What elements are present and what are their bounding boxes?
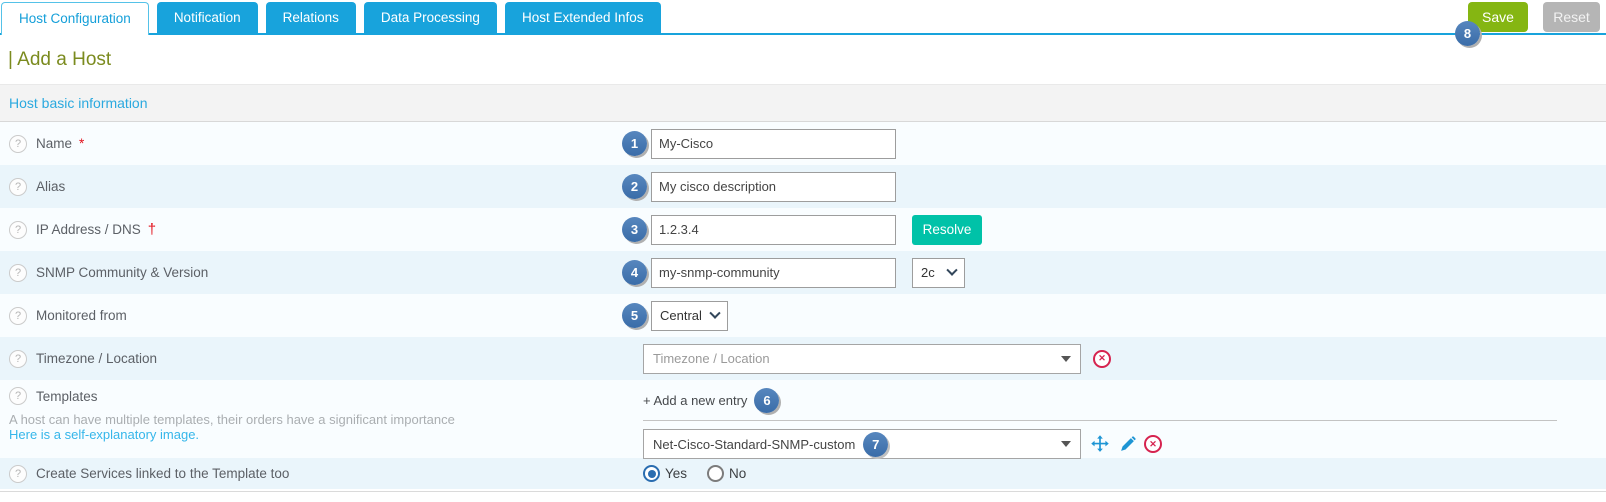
move-template-icon[interactable] bbox=[1090, 434, 1110, 454]
template-value: Net-Cisco-Standard-SNMP-custom bbox=[653, 437, 855, 452]
ip-address-label: IP Address / DNS bbox=[36, 222, 141, 237]
chevron-down-icon bbox=[709, 307, 720, 318]
alias-input[interactable] bbox=[651, 172, 896, 202]
snmp-community-input[interactable] bbox=[651, 258, 896, 288]
snmp-label: SNMP Community & Version bbox=[36, 265, 208, 280]
dropdown-arrow-icon bbox=[1061, 441, 1071, 447]
required-mark: † bbox=[148, 221, 156, 238]
templates-note: A host can have multiple templates, thei… bbox=[9, 412, 455, 427]
no-label: No bbox=[729, 466, 746, 481]
toolbar-actions: Save Reset bbox=[1468, 2, 1600, 32]
move-icon bbox=[1090, 434, 1110, 454]
callout-badge-5: 5 bbox=[622, 303, 647, 328]
create-services-no-option[interactable]: No bbox=[707, 465, 746, 482]
reset-button[interactable]: Reset bbox=[1543, 2, 1600, 32]
monitored-from-select[interactable]: Central bbox=[651, 301, 728, 331]
monitored-from-label: Monitored from bbox=[36, 308, 127, 323]
resolve-button[interactable]: Resolve bbox=[912, 215, 982, 245]
help-icon[interactable]: ? bbox=[9, 178, 27, 196]
edit-template-icon[interactable] bbox=[1119, 436, 1136, 453]
tab-notification[interactable]: Notification bbox=[157, 2, 258, 33]
pencil-icon bbox=[1119, 436, 1136, 453]
help-icon[interactable]: ? bbox=[9, 221, 27, 239]
tab-bar: Host Configuration Notification Relation… bbox=[0, 0, 1606, 35]
radio-yes[interactable] bbox=[643, 465, 660, 482]
timezone-placeholder: Timezone / Location bbox=[653, 351, 770, 366]
snmp-version-select[interactable]: 2c bbox=[912, 258, 965, 288]
name-label: Name bbox=[36, 136, 72, 151]
monitored-from-value: Central bbox=[660, 308, 702, 323]
template-list-separator bbox=[643, 420, 1557, 421]
snmp-version-value: 2c bbox=[921, 265, 935, 280]
tab-data-processing[interactable]: Data Processing bbox=[364, 2, 497, 33]
ip-address-input[interactable] bbox=[651, 215, 896, 245]
callout-badge-4: 4 bbox=[622, 260, 647, 285]
remove-template-icon[interactable]: ✕ bbox=[1144, 435, 1162, 453]
callout-badge-1: 1 bbox=[622, 131, 647, 156]
help-icon[interactable]: ? bbox=[9, 465, 27, 483]
callout-badge-7: 7 bbox=[863, 432, 888, 457]
add-template-entry[interactable]: + Add a new entry 6 bbox=[643, 387, 779, 413]
timezone-label: Timezone / Location bbox=[36, 351, 157, 366]
row-snmp: ? SNMP Community & Version 4 2c bbox=[0, 251, 1606, 294]
add-host-page: Host Configuration Notification Relation… bbox=[0, 0, 1606, 492]
help-icon[interactable]: ? bbox=[9, 307, 27, 325]
bottom-divider bbox=[0, 491, 1606, 492]
templates-label: Templates bbox=[36, 389, 98, 404]
row-templates: ? Templates A host can have multiple tem… bbox=[0, 380, 1606, 458]
section-header: Host basic information bbox=[0, 84, 1606, 122]
timezone-select[interactable]: Timezone / Location bbox=[643, 344, 1081, 374]
row-monitored-from: ? Monitored from 5 Central bbox=[0, 294, 1606, 337]
tab-relations[interactable]: Relations bbox=[266, 2, 356, 33]
name-input[interactable] bbox=[651, 129, 896, 159]
create-services-label: Create Services linked to the Template t… bbox=[36, 466, 289, 481]
tab-host-configuration[interactable]: Host Configuration bbox=[1, 2, 149, 35]
help-icon[interactable]: ? bbox=[9, 350, 27, 368]
tab-host-extended-infos[interactable]: Host Extended Infos bbox=[505, 2, 661, 33]
yes-label: Yes bbox=[665, 466, 687, 481]
row-ip-address: ? IP Address / DNS † 3 Resolve bbox=[0, 208, 1606, 251]
page-title: | Add a Host bbox=[0, 35, 1606, 84]
dropdown-arrow-icon bbox=[1061, 356, 1071, 362]
add-entry-label: + Add a new entry bbox=[643, 393, 747, 408]
row-timezone: ? Timezone / Location Timezone / Locatio… bbox=[0, 337, 1606, 380]
help-icon[interactable]: ? bbox=[9, 135, 27, 153]
required-asterisk: * bbox=[79, 136, 84, 151]
create-services-yes-option[interactable]: Yes bbox=[643, 465, 687, 482]
callout-badge-6: 6 bbox=[754, 388, 779, 413]
help-icon[interactable]: ? bbox=[9, 387, 27, 405]
chevron-down-icon bbox=[946, 264, 957, 275]
row-name: ? Name * 1 bbox=[0, 122, 1606, 165]
clear-timezone-icon[interactable]: ✕ bbox=[1093, 350, 1111, 368]
help-icon[interactable]: ? bbox=[9, 264, 27, 282]
templates-help-link[interactable]: Here is a self-explanatory image. bbox=[9, 427, 199, 443]
alias-label: Alias bbox=[36, 179, 65, 194]
radio-no[interactable] bbox=[707, 465, 724, 482]
callout-badge-3: 3 bbox=[622, 217, 647, 242]
row-create-services: ? Create Services linked to the Template… bbox=[0, 458, 1606, 489]
callout-badge-2: 2 bbox=[622, 174, 647, 199]
row-alias: ? Alias 2 bbox=[0, 165, 1606, 208]
template-select[interactable]: Net-Cisco-Standard-SNMP-custom 7 bbox=[643, 429, 1081, 459]
callout-badge-8: 8 bbox=[1455, 21, 1480, 46]
